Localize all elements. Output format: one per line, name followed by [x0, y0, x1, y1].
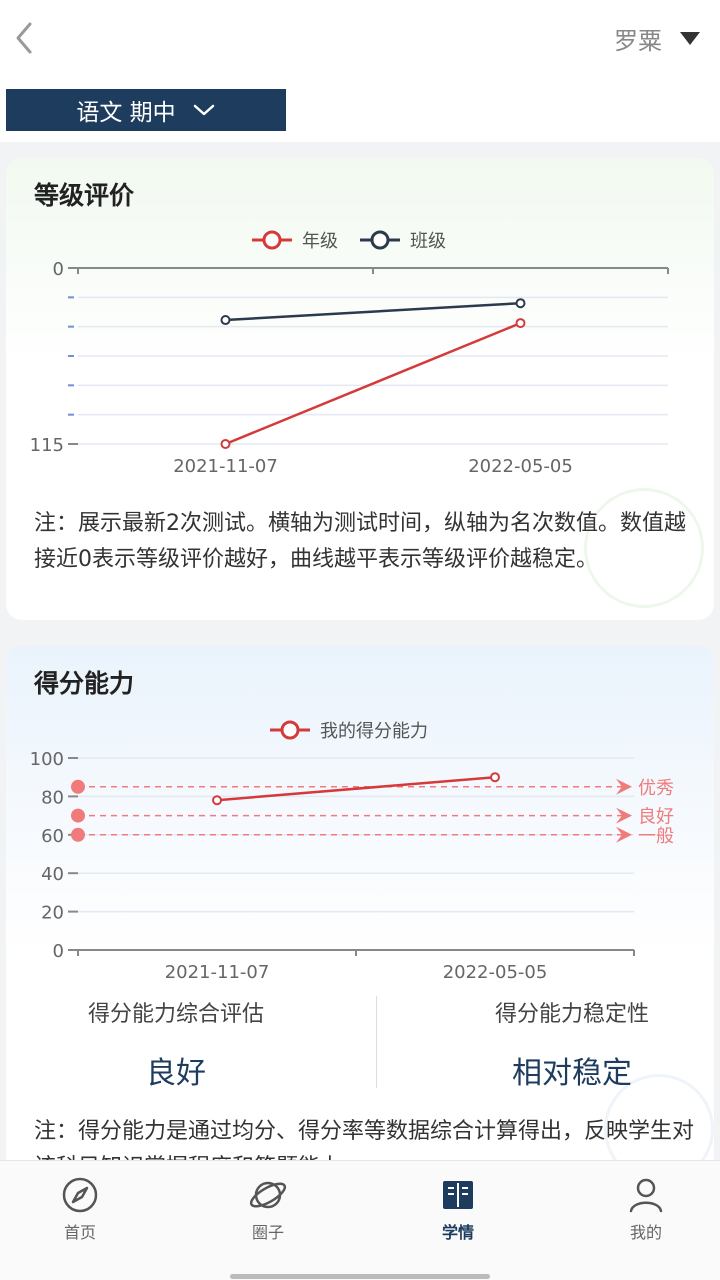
caret-down-icon: [680, 31, 700, 45]
data-point: [220, 315, 231, 326]
legend-marker-0: [280, 720, 300, 740]
tab-mine[interactable]: 我的: [586, 1175, 706, 1243]
tab-study-label: 学情: [441, 1223, 474, 1242]
subject-exam-label: 语文 期中: [76, 100, 176, 126]
x-tick-label: 2022-05-05: [443, 962, 548, 983]
book-icon: [443, 1181, 473, 1209]
threshold-label-2: 一般: [638, 826, 674, 847]
legend-marker-1: [370, 230, 390, 250]
x-tick-label: 2021-11-07: [165, 962, 270, 983]
x-tick-label: 2022-05-05: [468, 456, 573, 477]
stability-value: 相对稳定: [512, 1056, 632, 1091]
score-chart: 0 20 40 60 80 100 2021-11-07 2022-05-05 优秀良好 一般 我的…: [6, 708, 714, 988]
summary-divider: [376, 996, 377, 1088]
legend-label-0: 年级: [302, 231, 338, 252]
user-switcher[interactable]: 罗粟: [614, 20, 700, 56]
tab-study[interactable]: 学情: [398, 1175, 518, 1243]
subject-exam-dropdown[interactable]: 语文 期中: [6, 89, 286, 131]
stability-evaluation: 得分能力稳定性 相对稳定: [402, 996, 714, 1092]
y-tick-label: 80: [41, 787, 64, 808]
data-point: [490, 772, 500, 783]
y-tick-label: 60: [41, 826, 64, 847]
chevron-down-icon: [193, 104, 214, 116]
data-point: [220, 439, 231, 449]
series-line-0: [225, 321, 521, 446]
tab-circle-label: 圈子: [251, 1223, 284, 1242]
grade-chart: 0 115 2021-11-07 2022-05-05 年级 班级: [6, 218, 714, 488]
overall-evaluation-label: 得分能力综合评估: [87, 1002, 264, 1027]
stability-label: 得分能力稳定性: [494, 1002, 649, 1027]
score-line-chart: 0 20 40 60 80 100 2021-11-07 2022-05-05 优秀良好一般 我的…: [30, 720, 674, 983]
series-line-1: [225, 301, 521, 322]
y-tick-label: 115: [30, 435, 64, 456]
top-bar: 罗粟: [0, 0, 720, 80]
legend-label-1: 班级: [410, 231, 446, 252]
grade-evaluation-card: 等级评价 0 115 2021-11-07 2022-05-05 年级 班级 注：展示最新…: [6, 158, 714, 620]
threshold-label-1: 良好: [638, 807, 674, 828]
legend-label-0: 我的得分能力: [320, 721, 428, 742]
tab-home[interactable]: 首页: [20, 1175, 140, 1243]
compass-icon: [62, 1177, 98, 1213]
bottom-tab-bar: 首页 圈子 学情 我的: [0, 1160, 720, 1280]
data-point: [212, 795, 222, 806]
planet-icon: [249, 1181, 287, 1209]
threshold-label-0: 优秀: [638, 778, 674, 799]
legend-marker-0: [262, 230, 282, 250]
person-icon: [629, 1178, 663, 1213]
tab-mine-label: 我的: [629, 1223, 662, 1242]
home-indicator: [230, 1274, 490, 1279]
overall-evaluation-value: 良好: [146, 1056, 206, 1091]
x-tick-label: 2021-11-07: [173, 456, 278, 477]
grade-card-note: 注：展示最新2次测试。横轴为测试时间，纵轴为名次数值。数值越接近0表示等级评价越…: [34, 511, 686, 572]
back-button[interactable]: [10, 18, 40, 58]
chevron-left-icon: [16, 22, 32, 54]
data-point: [515, 298, 526, 309]
score-summary: 得分能力综合评估 良好 得分能力稳定性 相对稳定: [6, 996, 714, 1091]
y-tick-label: 0: [53, 941, 64, 962]
overall-evaluation: 得分能力综合评估 良好: [6, 996, 346, 1092]
threshold-dot-2: [71, 827, 85, 842]
tab-circle[interactable]: 圈子: [208, 1175, 328, 1243]
threshold-dot-0: [71, 779, 85, 794]
y-tick-label: 100: [30, 749, 64, 770]
threshold-dot-1: [71, 808, 85, 823]
score-ability-card: 得分能力 0 20 40 60 80 100 2021-11-07 2022-05-05 优秀良…: [6, 646, 714, 1206]
y-tick-label: 20: [41, 903, 64, 924]
user-name: 罗粟: [614, 26, 662, 55]
data-point: [515, 318, 526, 329]
score-card-title: 得分能力: [34, 669, 135, 698]
y-tick-label: 0: [53, 259, 64, 280]
y-tick-label: 40: [41, 864, 64, 885]
tab-home-label: 首页: [63, 1223, 96, 1242]
grade-line-chart: 0 115 2021-11-07 2022-05-05 年级 班级: [30, 230, 669, 477]
grade-card-title: 等级评价: [34, 181, 135, 210]
